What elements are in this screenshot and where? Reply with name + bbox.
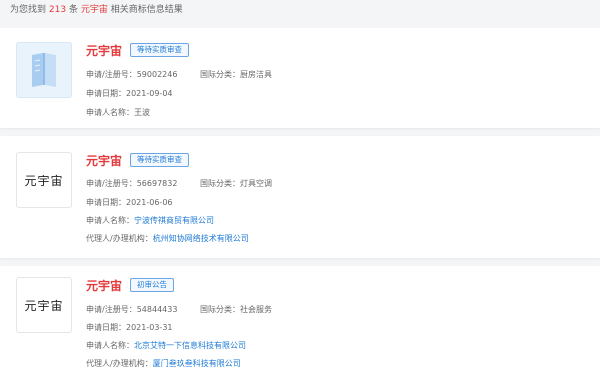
applicant-link[interactable]: 北京艾特一下信息科技有限公司 — [134, 341, 246, 350]
applicant-row: 申请人名称：北京艾特一下信息科技有限公司 — [86, 340, 246, 352]
search-keyword: 元宇宙 — [80, 5, 108, 15]
book-icon — [32, 53, 56, 87]
trademark-logo[interactable] — [16, 42, 72, 98]
trademark-logo[interactable]: 元宇宙 — [16, 152, 72, 208]
applicant-name: 王波 — [134, 108, 150, 117]
applicant-label: 申请人名称： — [86, 341, 134, 350]
reg-number-row: 申请/注册号：59002246 国际分类：厨房洁具 — [86, 69, 272, 81]
result-summary: 为您找到 213 条 元宇宙 相关商标信息结果 — [10, 3, 183, 17]
class-info: 国际分类：厨房洁具 — [200, 69, 272, 81]
reg-number: 56697832 — [136, 179, 178, 188]
trademark-name[interactable]: 元宇宙 — [86, 152, 122, 169]
class-value: 灯具空调 — [240, 179, 272, 188]
summary-prefix: 为您找到 — [10, 5, 47, 15]
class-label: 国际分类： — [200, 179, 240, 188]
application-date: 2021-03-31 — [126, 323, 173, 332]
class-value: 厨房洁具 — [240, 70, 272, 79]
application-date: 2021-09-04 — [126, 89, 173, 98]
date-label: 申请日期： — [86, 89, 126, 98]
title-row: 元宇宙 等待实质审查 — [86, 42, 190, 59]
class-label: 国际分类： — [200, 70, 240, 79]
date-row: 申请日期：2021-03-31 — [86, 322, 173, 334]
class-label: 国际分类： — [200, 305, 240, 314]
date-label: 申请日期： — [86, 198, 126, 207]
applicant-row: 申请人名称：宁波传祺商贸有限公司 — [86, 215, 214, 227]
reg-number: 54844433 — [136, 305, 178, 314]
trademark-card[interactable]: 元宇宙 等待实质审查 申请/注册号：59002246 国际分类：厨房洁具 申请日… — [0, 28, 600, 128]
trademark-card[interactable]: 元宇宙 元宇宙 等待实质审查 申请/注册号：56697832 国际分类：灯具空调… — [0, 136, 600, 258]
date-row: 申请日期：2021-09-04 — [86, 88, 173, 100]
date-row: 申请日期：2021-06-06 — [86, 197, 173, 209]
class-value: 社会服务 — [240, 305, 272, 314]
reg-number-row: 申请/注册号：54844433 国际分类：社会服务 — [86, 304, 272, 316]
applicant-link[interactable]: 宁波传祺商贸有限公司 — [134, 216, 214, 225]
class-info: 国际分类：社会服务 — [200, 304, 272, 316]
reg-label: 申请/注册号： — [86, 179, 137, 188]
agent-link[interactable]: 厦门叁玖叁科技有限公司 — [153, 359, 241, 368]
applicant-row: 申请人名称：王波 — [86, 107, 150, 119]
status-badge: 初审公告 — [130, 278, 175, 292]
status-badge: 等待实质审查 — [130, 43, 190, 57]
reg-label: 申请/注册号： — [86, 305, 137, 314]
reg-number-row: 申请/注册号：56697832 国际分类：灯具空调 — [86, 178, 272, 190]
result-count: 213 — [48, 5, 67, 15]
application-date: 2021-06-06 — [126, 198, 173, 207]
applicant-label: 申请人名称： — [86, 216, 134, 225]
agent-link[interactable]: 杭州知协网络技术有限公司 — [153, 234, 249, 243]
trademark-name[interactable]: 元宇宙 — [86, 42, 122, 59]
trademark-logo[interactable]: 元宇宙 — [16, 277, 72, 333]
agent-row: 代理人/办理机构：厦门叁玖叁科技有限公司 — [86, 358, 241, 370]
applicant-label: 申请人名称： — [86, 108, 134, 117]
trademark-card[interactable]: 元宇宙 元宇宙 初审公告 申请/注册号：54844433 国际分类：社会服务 申… — [0, 266, 600, 388]
title-row: 元宇宙 初审公告 — [86, 277, 175, 294]
summary-suffix: 相关商标信息结果 — [110, 5, 183, 15]
agent-label: 代理人/办理机构： — [86, 234, 153, 243]
logo-text: 元宇宙 — [24, 298, 64, 313]
reg-label: 申请/注册号： — [86, 70, 137, 79]
date-label: 申请日期： — [86, 323, 126, 332]
title-row: 元宇宙 等待实质审查 — [86, 152, 190, 169]
agent-label: 代理人/办理机构： — [86, 359, 153, 368]
trademark-name[interactable]: 元宇宙 — [86, 277, 122, 294]
reg-number: 59002246 — [136, 70, 178, 79]
status-badge: 等待实质审查 — [130, 153, 190, 167]
agent-row: 代理人/办理机构：杭州知协网络技术有限公司 — [86, 233, 249, 245]
summary-unit: 条 — [68, 5, 78, 15]
class-info: 国际分类：灯具空调 — [200, 178, 272, 190]
logo-text: 元宇宙 — [24, 173, 64, 188]
